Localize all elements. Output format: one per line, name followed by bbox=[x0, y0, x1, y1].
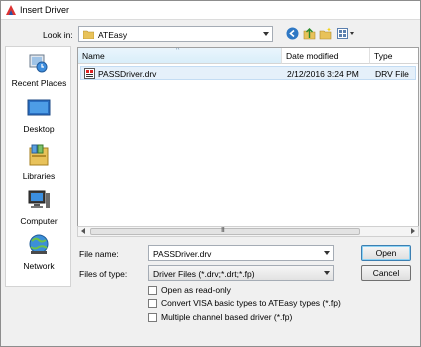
up-folder-icon[interactable] bbox=[303, 27, 316, 40]
filename-value: PASSDriver.drv bbox=[153, 249, 212, 259]
chevron-down-icon[interactable] bbox=[263, 32, 269, 36]
driver-file-icon bbox=[84, 68, 95, 79]
title-bar: Insert Driver bbox=[1, 1, 420, 20]
convert-visa-checkbox[interactable]: Convert VISA basic types to ATEasy types… bbox=[148, 298, 368, 309]
lookin-label: Look in: bbox=[43, 30, 73, 40]
network-icon bbox=[29, 234, 49, 254]
place-computer[interactable]: Computer bbox=[6, 189, 72, 227]
chevron-down-icon[interactable] bbox=[324, 251, 330, 255]
file-type: DRV File bbox=[375, 69, 409, 79]
checkbox-label: Multiple channel based driver (*.fp) bbox=[161, 312, 293, 322]
file-row[interactable]: PASSDriver.drv 2/12/2016 3:24 PM DRV Fil… bbox=[80, 66, 416, 80]
libraries-icon bbox=[29, 144, 49, 166]
checkbox-box[interactable] bbox=[148, 313, 157, 322]
place-label: Computer bbox=[20, 216, 58, 226]
checkbox-box[interactable] bbox=[148, 299, 157, 308]
column-header-type[interactable]: Type bbox=[370, 48, 418, 64]
place-label: Libraries bbox=[22, 171, 56, 181]
place-label: Network bbox=[23, 261, 55, 271]
file-list[interactable]: Name ^ Date modified Type PASSDriver.drv… bbox=[77, 47, 419, 235]
insert-driver-dialog: Insert Driver Look in: ATEasy Recent Pla… bbox=[0, 0, 421, 347]
scrollbar-grip: III bbox=[221, 227, 225, 234]
scroll-left-icon[interactable] bbox=[81, 228, 85, 234]
chevron-down-icon[interactable] bbox=[324, 271, 330, 275]
places-bar: Recent Places Desktop Libraries Computer… bbox=[5, 46, 71, 287]
lookin-value: ATEasy bbox=[98, 30, 128, 40]
filetype-select[interactable]: Driver Files (*.drv;*.drt;*.fp) bbox=[148, 265, 334, 281]
view-menu-icon[interactable] bbox=[337, 27, 355, 40]
filename-input[interactable]: PASSDriver.drv bbox=[148, 245, 334, 261]
place-desktop[interactable]: Desktop bbox=[6, 97, 72, 135]
readonly-checkbox[interactable]: Open as read-only bbox=[148, 285, 368, 296]
lookin-combo[interactable]: ATEasy bbox=[78, 26, 273, 42]
filetype-value: Driver Files (*.drv;*.drt;*.fp) bbox=[153, 269, 255, 279]
horizontal-scrollbar[interactable]: III bbox=[77, 226, 419, 237]
recent-places-icon bbox=[29, 54, 48, 73]
file-name: PASSDriver.drv bbox=[98, 69, 157, 79]
checkbox-box[interactable] bbox=[148, 286, 157, 295]
scroll-right-icon[interactable] bbox=[411, 228, 415, 234]
column-label: Name bbox=[82, 51, 105, 61]
sort-arrow-icon: ^ bbox=[176, 47, 180, 54]
window-title: Insert Driver bbox=[20, 5, 70, 15]
place-recent-places[interactable]: Recent Places bbox=[6, 53, 72, 91]
column-label: Type bbox=[374, 51, 393, 61]
checkbox-label: Open as read-only bbox=[161, 285, 231, 295]
place-label: Desktop bbox=[23, 124, 55, 134]
checkbox-label: Convert VISA basic types to ATEasy types… bbox=[161, 298, 341, 308]
column-header-name[interactable]: Name ^ bbox=[78, 48, 282, 64]
scrollbar-thumb[interactable]: III bbox=[90, 227, 360, 235]
app-icon bbox=[6, 5, 16, 15]
column-label: Date modified bbox=[286, 51, 339, 61]
filetype-label: Files of type: bbox=[79, 269, 128, 279]
place-libraries[interactable]: Libraries bbox=[6, 143, 72, 181]
computer-icon bbox=[28, 190, 50, 208]
open-button[interactable]: Open bbox=[361, 245, 411, 261]
folder-icon bbox=[83, 30, 94, 39]
filename-label: File name: bbox=[79, 249, 119, 259]
multi-channel-checkbox[interactable]: Multiple channel based driver (*.fp) bbox=[148, 312, 368, 323]
new-folder-icon[interactable] bbox=[319, 27, 332, 40]
cancel-button[interactable]: Cancel bbox=[361, 265, 411, 281]
place-label: Recent Places bbox=[11, 78, 67, 88]
place-network[interactable]: Network bbox=[6, 234, 72, 272]
file-date: 2/12/2016 3:24 PM bbox=[287, 69, 359, 79]
column-header-date[interactable]: Date modified bbox=[282, 48, 370, 64]
back-icon[interactable] bbox=[286, 27, 299, 40]
desktop-icon bbox=[27, 99, 51, 116]
